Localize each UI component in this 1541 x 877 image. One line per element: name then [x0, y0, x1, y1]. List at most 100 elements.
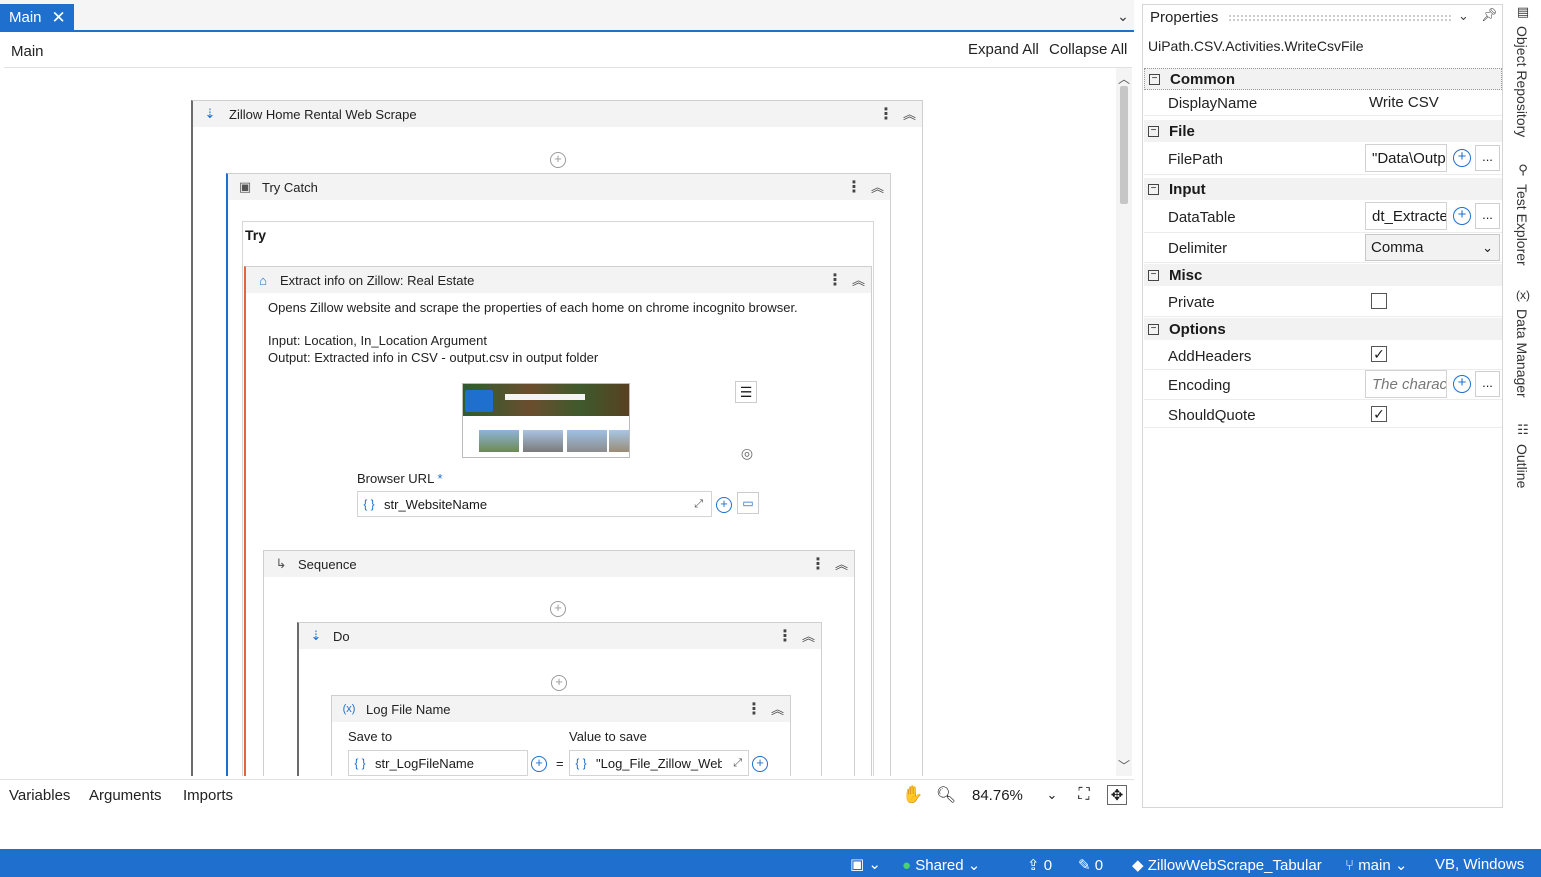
browser-url-field[interactable]: { } str_WebsiteName ⤢: [357, 491, 712, 517]
ellipsis-button[interactable]: ...: [1475, 203, 1500, 229]
hand-pan-icon[interactable]: ✋: [902, 785, 923, 805]
browser-icon[interactable]: ▭: [737, 492, 759, 514]
property-row-datatable[interactable]: DataTable dt_Extracte + ...: [1144, 201, 1502, 233]
expand-all-button[interactable]: Expand All: [968, 41, 1039, 58]
category-misc[interactable]: − Misc: [1144, 264, 1502, 286]
side-rail-object-repository[interactable]: ▤ Object Repository: [1514, 2, 1532, 137]
tab-main[interactable]: Main ✕: [0, 4, 74, 30]
menu-icon[interactable]: ☰: [735, 381, 757, 403]
language-target[interactable]: VB, Windows: [1435, 856, 1524, 873]
chevron-down-icon[interactable]: ⌄: [1113, 6, 1133, 26]
side-rail-outline[interactable]: ☷ Outline: [1514, 420, 1532, 488]
overview-icon[interactable]: ✥: [1107, 785, 1127, 805]
shouldquote-checkbox[interactable]: ✓: [1371, 406, 1387, 422]
ellipsis-button[interactable]: ...: [1475, 145, 1500, 171]
collapse-icon[interactable]: ︽: [835, 554, 848, 573]
activity-root-sequence[interactable]: ⇣ Zillow Home Rental Web Scrape ⋮ ︽ + ▣ …: [191, 100, 923, 776]
more-options-icon[interactable]: ⋮: [777, 626, 793, 646]
shared-status[interactable]: ● Shared ⌄: [902, 856, 980, 874]
datatable-input[interactable]: dt_Extracte: [1365, 202, 1447, 230]
property-row-filepath[interactable]: FilePath "Data\Outp + ...: [1144, 143, 1502, 175]
add-activity-icon[interactable]: +: [550, 152, 566, 168]
fit-to-screen-icon[interactable]: ⛶: [1074, 785, 1094, 805]
expand-icon[interactable]: ⤢: [733, 757, 742, 770]
activity-header[interactable]: ▣ Try Catch ⋮ ︽: [228, 174, 890, 200]
category-input[interactable]: − Input: [1144, 178, 1502, 200]
side-rail-test-explorer[interactable]: ⚲ Test Explorer: [1514, 160, 1532, 266]
collapse-box-icon[interactable]: −: [1148, 323, 1159, 335]
collapse-all-button[interactable]: Collapse All: [1049, 41, 1127, 58]
encoding-input[interactable]: The charac: [1365, 370, 1447, 398]
category-options[interactable]: − Options: [1144, 318, 1502, 340]
property-row-private[interactable]: Private: [1144, 287, 1502, 317]
zoom-dropdown-chevron-icon[interactable]: ⌄: [1044, 787, 1060, 803]
activity-header[interactable]: ⇣ Zillow Home Rental Web Scrape ⋮ ︽: [193, 101, 922, 127]
plus-icon[interactable]: +: [752, 756, 768, 772]
browser-screenshot-thumbnail[interactable]: [462, 383, 630, 458]
collapse-icon[interactable]: ︽: [771, 699, 784, 718]
activity-header[interactable]: ↳ Sequence ⋮ ︽: [264, 551, 854, 577]
more-options-icon[interactable]: ⋮: [810, 554, 826, 574]
activity-header[interactable]: ⇣ Do ⋮ ︽: [299, 623, 821, 649]
camera-icon[interactable]: ▣ ⌄: [850, 855, 881, 873]
close-icon[interactable]: ✕: [52, 9, 66, 26]
more-options-icon[interactable]: ⋮: [878, 104, 894, 124]
collapse-icon[interactable]: ︽: [903, 104, 916, 123]
more-options-icon[interactable]: ⋮: [746, 699, 762, 719]
pin-icon[interactable]: 📌︎: [1481, 7, 1498, 23]
panel-grip[interactable]: [1228, 14, 1452, 21]
addheaders-checkbox[interactable]: ✓: [1371, 346, 1387, 362]
activity-log-file-name[interactable]: (x) Log File Name ⋮ ︽ Save to Value to s…: [331, 695, 791, 776]
arguments-tab[interactable]: Arguments: [89, 787, 162, 804]
more-options-icon[interactable]: ⋮: [846, 177, 862, 197]
delimiter-select[interactable]: Comma ⌄: [1365, 234, 1500, 261]
collapse-box-icon[interactable]: −: [1149, 73, 1160, 85]
activity-header[interactable]: (x) Log File Name ⋮ ︽: [332, 696, 790, 722]
canvas-vertical-scrollbar[interactable]: ︿ ﹀: [1116, 68, 1132, 776]
ellipsis-button[interactable]: ...: [1475, 371, 1500, 397]
scroll-down-icon[interactable]: ﹀: [1116, 757, 1132, 774]
chevron-down-icon[interactable]: ⌄: [1458, 8, 1469, 24]
category-file[interactable]: − File: [1144, 120, 1502, 142]
project-name[interactable]: ◆ ZillowWebScrape_Tabular: [1132, 856, 1322, 874]
collapse-box-icon[interactable]: −: [1148, 269, 1159, 281]
imports-tab[interactable]: Imports: [183, 787, 233, 804]
breadcrumb[interactable]: Main: [11, 43, 44, 60]
property-row-delimiter[interactable]: Delimiter Comma ⌄: [1144, 233, 1502, 263]
property-row-displayname[interactable]: DisplayName Write CSV: [1144, 91, 1502, 116]
push-status[interactable]: ⇪ 0: [1027, 856, 1052, 874]
zoom-level[interactable]: 84.76%: [972, 787, 1023, 804]
target-icon[interactable]: ◎: [738, 444, 756, 462]
private-checkbox[interactable]: [1371, 293, 1387, 309]
plus-icon[interactable]: +: [716, 497, 732, 513]
category-common[interactable]: − Common: [1144, 68, 1502, 90]
plus-icon[interactable]: +: [1453, 149, 1471, 167]
plus-icon[interactable]: +: [531, 756, 547, 772]
property-row-shouldquote[interactable]: ShouldQuote ✓: [1144, 400, 1502, 428]
plus-icon[interactable]: +: [1453, 375, 1471, 393]
activity-try-catch[interactable]: ▣ Try Catch ⋮ ︽ Try ⌂ Extract info on Zi…: [226, 173, 891, 776]
filepath-input[interactable]: "Data\Outp: [1365, 144, 1447, 172]
activity-header[interactable]: ⌂ Extract info on Zillow: Real Estate ⋮ …: [246, 267, 871, 293]
expand-icon[interactable]: ⤢: [694, 498, 703, 511]
variables-tab[interactable]: Variables: [9, 787, 70, 804]
collapse-icon[interactable]: ︽: [852, 270, 865, 289]
collapse-box-icon[interactable]: −: [1148, 183, 1159, 195]
edit-status[interactable]: ✎ 0: [1078, 856, 1103, 874]
side-rail-data-manager[interactable]: (x) Data Manager: [1514, 285, 1532, 398]
collapse-icon[interactable]: ︽: [871, 177, 884, 196]
scrollbar-thumb[interactable]: [1120, 86, 1128, 204]
add-activity-icon[interactable]: +: [551, 675, 567, 691]
branch-selector[interactable]: ⑂ main ⌄: [1345, 856, 1407, 874]
activity-extract-info[interactable]: ⌂ Extract info on Zillow: Real Estate ⋮ …: [244, 266, 872, 776]
activity-sequence[interactable]: ↳ Sequence ⋮ ︽ + ⇣ Do ⋮ ︽ + (x) Log File…: [263, 550, 855, 776]
save-to-field[interactable]: { } str_LogFileName: [348, 750, 528, 776]
value-to-save-field[interactable]: { } "Log_File_Zillow_Web_ ⤢: [569, 750, 749, 776]
scroll-up-icon[interactable]: ︿: [1116, 70, 1132, 87]
more-options-icon[interactable]: ⋮: [827, 270, 843, 290]
add-activity-icon[interactable]: +: [550, 601, 566, 617]
collapse-box-icon[interactable]: −: [1148, 125, 1159, 137]
collapse-icon[interactable]: ︽: [802, 626, 815, 645]
zoom-search-icon[interactable]: 🔍︎: [936, 785, 956, 805]
activity-do[interactable]: ⇣ Do ⋮ ︽ + (x) Log File Name ⋮ ︽ Save to…: [297, 622, 822, 776]
